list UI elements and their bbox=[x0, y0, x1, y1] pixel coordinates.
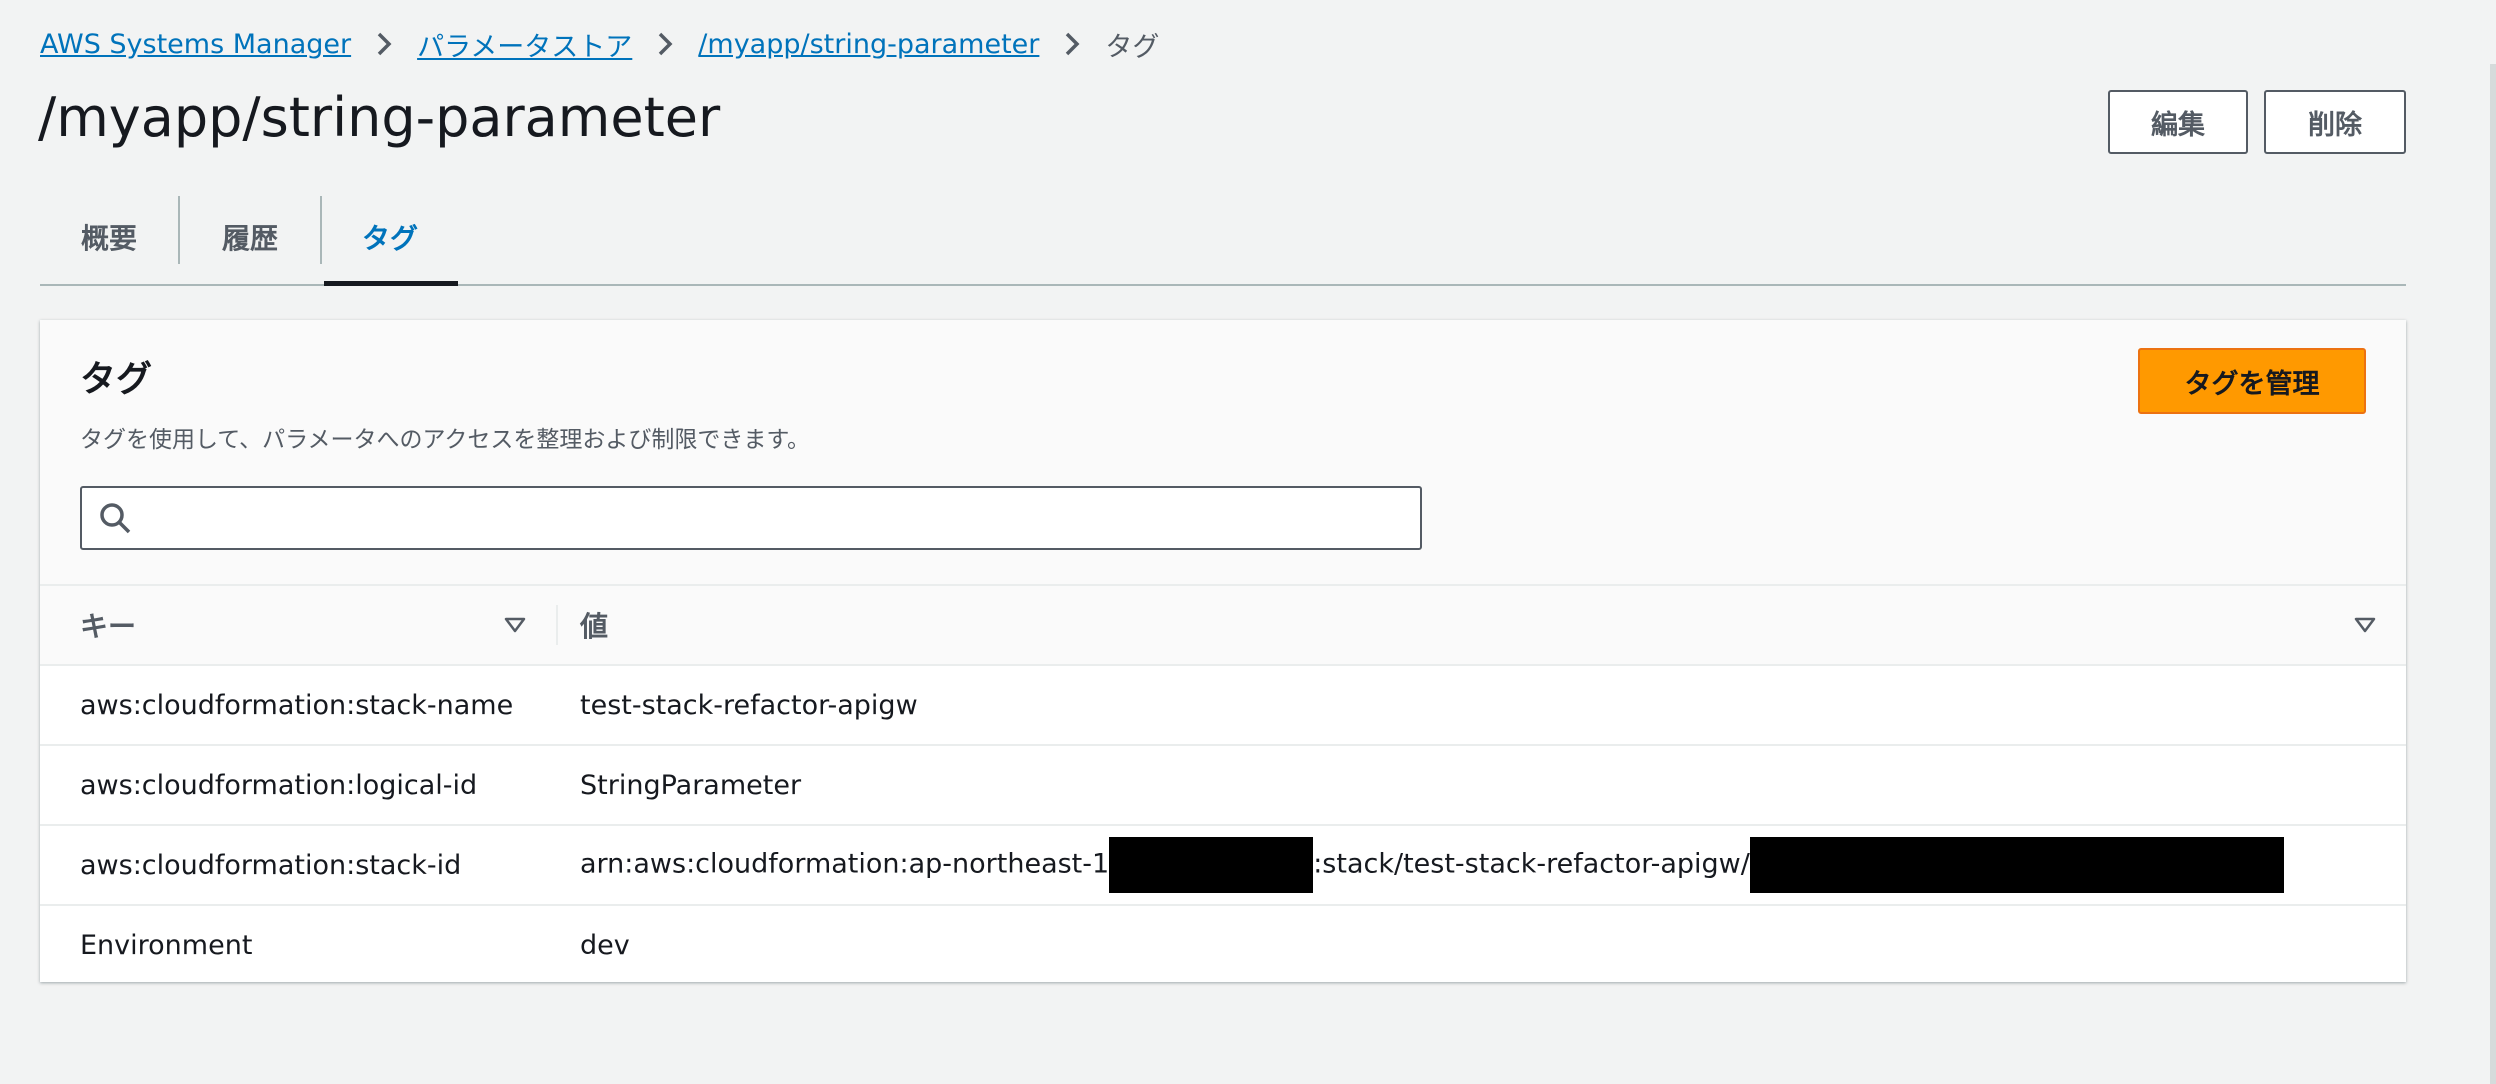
table-row: aws:cloudformation:logical-id StringPara… bbox=[40, 745, 2406, 826]
tab-bar: 概要 履歴 タグ bbox=[40, 190, 2406, 286]
panel-header: タグ タグを使用して、パラメータへのアクセスを整理および制限できます。 タグを管… bbox=[40, 320, 2406, 586]
table-row: aws:cloudformation:stack-name test-stack… bbox=[40, 665, 2406, 746]
chevron-right-icon bbox=[1039, 31, 1105, 57]
edit-button[interactable]: 編集 bbox=[2108, 90, 2248, 154]
breadcrumb-parameter-store[interactable]: パラメータストア bbox=[417, 25, 632, 64]
tag-key: Environment bbox=[80, 929, 253, 961]
panel-description: タグを使用して、パラメータへのアクセスを整理および制限できます。 bbox=[80, 427, 811, 453]
column-header-label: キー bbox=[80, 610, 137, 643]
search-box[interactable] bbox=[80, 486, 1422, 550]
tags-table: キー 値 aws:cloudformation:stack-name test-… bbox=[40, 586, 2406, 984]
tag-value: dev bbox=[580, 929, 630, 961]
sort-triangle-icon[interactable] bbox=[2354, 616, 2376, 634]
table-row: Environment dev bbox=[40, 905, 2406, 984]
panel-title: タグ bbox=[80, 359, 153, 400]
column-header-value[interactable]: 値 bbox=[558, 586, 2406, 666]
tab-history[interactable]: 履歴 bbox=[180, 190, 320, 284]
breadcrumb: AWS Systems Manager パラメータストア /myapp/stri… bbox=[40, 24, 1159, 64]
search-input[interactable] bbox=[142, 489, 1420, 547]
tag-value-part: :stack/test-stack-refactor-apigw/ bbox=[1313, 848, 1750, 880]
tags-panel: タグ タグを使用して、パラメータへのアクセスを整理および制限できます。 タグを管… bbox=[40, 320, 2406, 982]
chevron-right-icon bbox=[351, 31, 417, 57]
table-row: aws:cloudformation:stack-id arn:aws:clou… bbox=[40, 825, 2406, 906]
redaction-block bbox=[1109, 837, 1314, 893]
manage-tags-button[interactable]: タグを管理 bbox=[2138, 348, 2366, 414]
tag-value: arn:aws:cloudformation:ap-northeast-1 :st… bbox=[558, 825, 2406, 906]
breadcrumb-systems-manager[interactable]: AWS Systems Manager bbox=[40, 29, 351, 60]
chevron-right-icon bbox=[632, 31, 698, 57]
tag-value: StringParameter bbox=[558, 745, 2406, 826]
tag-value: test-stack-refactor-apigw bbox=[558, 665, 2406, 746]
breadcrumb-parameter[interactable]: /myapp/string-parameter bbox=[698, 29, 1039, 60]
page-title: /myapp/string-parameter bbox=[38, 86, 721, 149]
tag-key: aws:cloudformation:logical-id bbox=[40, 745, 558, 826]
scrollbar[interactable] bbox=[2490, 64, 2496, 1084]
column-header-label: 値 bbox=[580, 610, 609, 643]
header-actions: 編集 削除 bbox=[2108, 90, 2406, 154]
tag-key: aws:cloudformation:stack-name bbox=[40, 665, 558, 746]
tag-key: aws:cloudformation:stack-id bbox=[40, 825, 558, 906]
redaction-block bbox=[1749, 837, 2284, 893]
table-header-row: キー 値 bbox=[40, 586, 2406, 666]
tag-value-part: arn:aws:cloudformation:ap-northeast-1 bbox=[580, 848, 1110, 880]
sort-triangle-icon[interactable] bbox=[504, 616, 526, 634]
tab-overview[interactable]: 概要 bbox=[40, 190, 178, 284]
tab-tags[interactable]: タグ bbox=[322, 190, 458, 286]
delete-button[interactable]: 削除 bbox=[2264, 90, 2406, 154]
breadcrumb-current: タグ bbox=[1105, 31, 1160, 63]
column-header-key[interactable]: キー bbox=[40, 586, 558, 666]
search-icon bbox=[100, 503, 131, 534]
